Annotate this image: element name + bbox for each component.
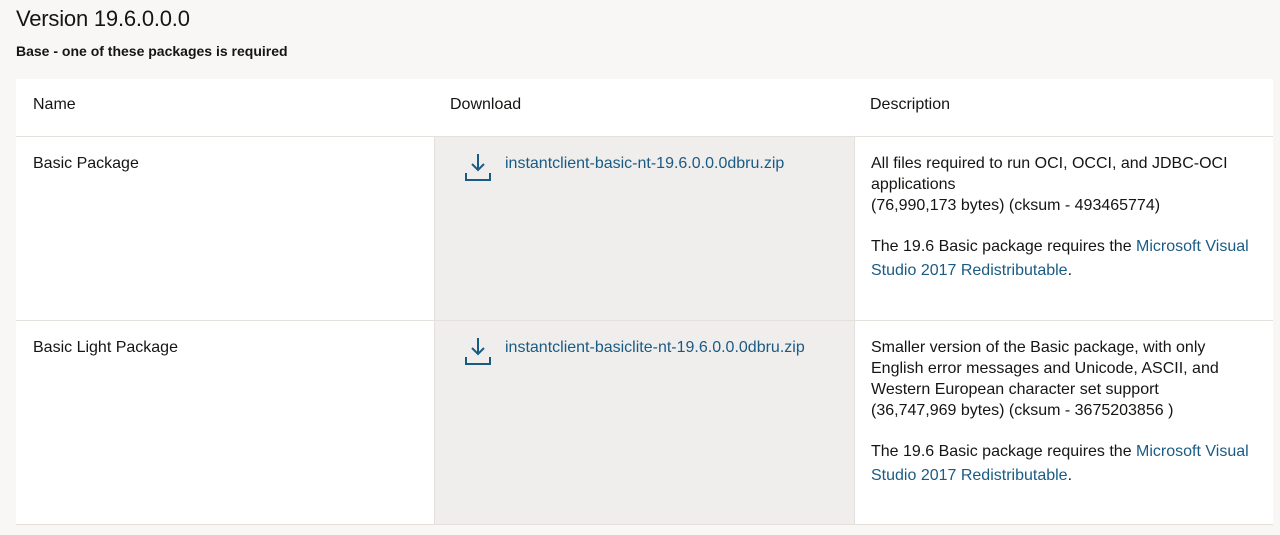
download-link-basiclite[interactable]: instantclient-basiclite-nt-19.6.0.0.0dbr… <box>505 337 805 358</box>
header-description: Description <box>870 96 951 113</box>
description-line: English error messages and Unicode, ASCI… <box>871 360 1219 377</box>
note-suffix: . <box>1067 262 1073 279</box>
package-description: All files required to run OCI, OCCI, and… <box>871 153 1259 216</box>
requirement-note: The 19.6 Basic package requires the Micr… <box>871 440 1259 488</box>
download-item: instantclient-basiclite-nt-19.6.0.0.0dbr… <box>451 337 854 366</box>
table-row: Basic Package instantclient-basic-nt-19.… <box>16 137 1273 321</box>
description-size: (36,747,969 bytes) (cksum - 3675203856 ) <box>871 402 1174 419</box>
description-cell: Smaller version of the Basic package, wi… <box>854 321 1273 524</box>
download-icon[interactable] <box>463 152 493 182</box>
download-link-basic[interactable]: instantclient-basic-nt-19.6.0.0.0dbru.zi… <box>505 153 784 174</box>
download-cell: instantclient-basiclite-nt-19.6.0.0.0dbr… <box>434 321 854 524</box>
note-suffix: . <box>1067 467 1073 484</box>
description-line: applications <box>871 176 956 193</box>
header-name: Name <box>33 96 76 113</box>
download-item: instantclient-basic-nt-19.6.0.0.0dbru.zi… <box>451 153 854 182</box>
description-line: All files required to run OCI, OCCI, and… <box>871 155 1228 172</box>
requirement-note: The 19.6 Basic package requires the Micr… <box>871 235 1259 283</box>
package-name: Basic Light Package <box>33 339 178 356</box>
table-row: Basic Light Package instantclient-basicl… <box>16 321 1273 525</box>
package-description: Smaller version of the Basic package, wi… <box>871 337 1259 421</box>
downloads-page: Version 19.6.0.0.0 Base - one of these p… <box>0 0 1280 535</box>
description-line: Smaller version of the Basic package, wi… <box>871 339 1206 356</box>
header-download: Download <box>450 96 522 113</box>
note-text: The 19.6 Basic package requires the <box>871 238 1137 255</box>
description-line: Western European character set support <box>871 381 1159 398</box>
package-name: Basic Package <box>33 155 139 172</box>
note-text: The 19.6 Basic package requires the <box>871 443 1137 460</box>
section-subtitle: Base - one of these packages is required <box>16 43 288 59</box>
table-header-row: Name Download Description <box>16 79 1273 137</box>
packages-table: Name Download Description Basic Package … <box>16 79 1273 525</box>
version-title: Version 19.6.0.0.0 <box>16 6 190 31</box>
description-size: (76,990,173 bytes) (cksum - 493465774) <box>871 197 1161 214</box>
download-cell: instantclient-basic-nt-19.6.0.0.0dbru.zi… <box>434 137 854 320</box>
download-icon[interactable] <box>463 336 493 366</box>
description-cell: All files required to run OCI, OCCI, and… <box>854 137 1273 320</box>
